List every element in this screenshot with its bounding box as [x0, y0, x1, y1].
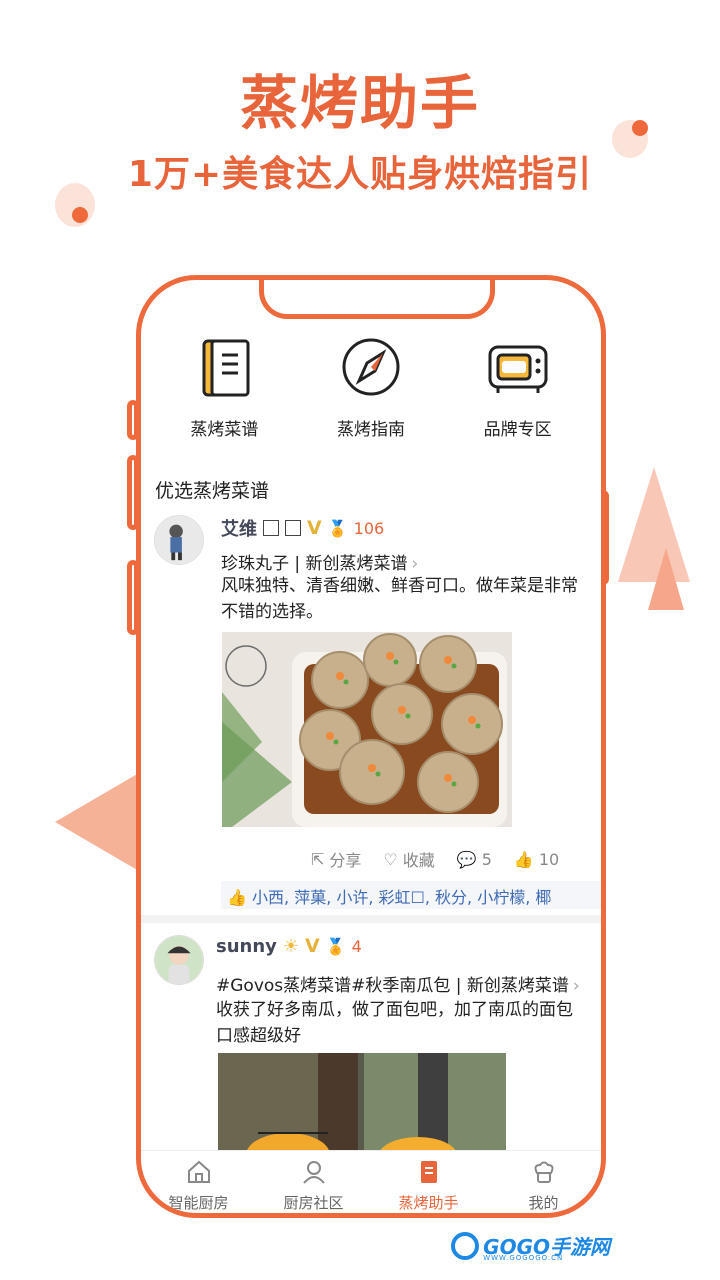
medal-count: 4	[351, 936, 362, 956]
comment-button[interactable]: 💬 5	[457, 847, 492, 871]
share-button[interactable]: ⇱ 分享	[311, 847, 361, 871]
like-button[interactable]: 👍 10	[514, 847, 559, 871]
medal-count: 106	[353, 518, 385, 538]
shortcut-label: 蒸烤指南	[336, 420, 405, 440]
meatball-photo	[222, 632, 512, 827]
pumpkin-photo	[218, 1053, 506, 1163]
tab-label: 厨房社区	[283, 1194, 344, 1212]
shortcut-label: 品牌专区	[483, 420, 552, 440]
post-topic[interactable]: #Govos蒸烤菜谱#秋季南瓜包 | 新创蒸烤菜谱 ›	[216, 971, 580, 996]
post-image[interactable]	[218, 1053, 506, 1163]
avatar[interactable]	[154, 515, 204, 565]
shortcut-guide[interactable]: 蒸烤指南	[311, 335, 431, 440]
user-line: sunny ☀ V 🏅 4	[216, 935, 362, 957]
tab-label: 智能厨房	[168, 1194, 229, 1212]
thumbs-up-icon: 👍	[227, 888, 247, 907]
avatar[interactable]	[154, 935, 204, 985]
verified-badge: V	[305, 935, 320, 957]
decor-triangle	[648, 548, 684, 610]
shortcut-bar: 蒸烤菜谱 蒸烤指南 品牌专区	[141, 335, 601, 440]
post-topic-text: #Govos蒸烤菜谱#秋季南瓜包 | 新创蒸烤菜谱	[216, 976, 569, 996]
post-topic[interactable]: 珍珠丸子 | 新创蒸烤菜谱 ›	[221, 549, 418, 574]
phone-notch	[259, 280, 495, 319]
liked-by-list[interactable]: 👍 小西, 萍菓, 小许, 彩虹☐, 秋分, 小柠檬, 椰	[221, 881, 601, 909]
tab-assistant[interactable]: 蒸烤助手	[371, 1151, 486, 1212]
bottom-tab-bar: 智能厨房 厨房社区 蒸烤助手 我的	[141, 1150, 601, 1212]
username[interactable]: sunny	[216, 936, 277, 957]
tab-mine[interactable]: 我的	[486, 1151, 601, 1212]
share-label: 分享	[329, 851, 362, 870]
post-description: 风味独特、清香细嫩、鲜香可口。做年菜是非常不错的选择。	[221, 576, 578, 622]
liked-by-names: 小西, 萍菓, 小许, 彩虹☐, 秋分, 小柠檬, 椰	[252, 888, 552, 907]
comment-count: 5	[481, 849, 492, 869]
sun-icon: ☀	[282, 935, 300, 957]
collect-label: 收藏	[402, 851, 435, 870]
post-topic-text: 珍珠丸子 | 新创蒸烤菜谱	[221, 554, 408, 574]
medal-icon: 🏅	[327, 518, 348, 538]
username[interactable]: 艾维	[221, 515, 257, 541]
heart-icon: ♡	[383, 849, 398, 869]
chevron-right-icon: ›	[572, 976, 580, 996]
watermark-url: WWW.GOGOGO.CN	[483, 1254, 564, 1262]
recipe-book-icon	[202, 339, 250, 397]
hero-title: 蒸烤助手	[239, 69, 480, 137]
section-title: 优选蒸烤菜谱	[155, 480, 270, 502]
compass-icon	[342, 338, 400, 396]
hero-subtitle: 1万+美食达人贴身烘焙指引	[127, 154, 593, 195]
shortcut-brand[interactable]: 品牌专区	[458, 335, 578, 440]
watermark: GOGO手游网 WWW.GOGOGO.CN	[451, 1231, 610, 1262]
watermark-logo-icon	[451, 1231, 480, 1260]
emoji-placeholder	[285, 520, 301, 536]
medal-icon: 🏅	[325, 936, 346, 956]
verified-badge: V	[307, 517, 322, 539]
post-actions: ⇱ 分享 ♡ 收藏 💬 5 👍 10	[311, 847, 559, 871]
user-line: 艾维 V 🏅 106	[221, 515, 384, 541]
home-icon	[187, 1160, 210, 1183]
post-image[interactable]	[222, 632, 512, 827]
tab-community[interactable]: 厨房社区	[256, 1151, 371, 1212]
tab-label: 蒸烤助手	[398, 1194, 459, 1212]
emoji-placeholder	[263, 520, 279, 536]
thumbs-up-icon: 👍	[513, 849, 534, 869]
post-description: 收获了好多南瓜，做了面包吧，加了南瓜的面包口感超级好	[216, 1000, 573, 1046]
share-icon: ⇱	[311, 849, 325, 869]
feed-post: sunny ☀ V 🏅 4 #Govos蒸烤菜谱#秋季南瓜包 | 新创蒸烤菜谱 ›…	[141, 915, 601, 1163]
community-icon	[302, 1161, 325, 1184]
app-screen: 蒸烤菜谱 蒸烤指南 品牌专区 优选蒸烤菜谱 艾维 V 🏅 106 珍珠丸子 | …	[141, 280, 601, 1213]
tab-label: 我的	[528, 1194, 559, 1212]
tab-smart-kitchen[interactable]: 智能厨房	[141, 1151, 256, 1212]
shortcut-recipes[interactable]: 蒸烤菜谱	[164, 335, 284, 440]
collect-button[interactable]: ♡ 收藏	[383, 847, 434, 871]
oven-icon	[488, 345, 548, 393]
phone-frame: 蒸烤菜谱 蒸烤指南 品牌专区 优选蒸烤菜谱 艾维 V 🏅 106 珍珠丸子 | …	[136, 275, 606, 1218]
shortcut-label: 蒸烤菜谱	[190, 420, 259, 440]
chevron-right-icon: ›	[411, 554, 419, 574]
decor-dot	[72, 207, 88, 223]
assistant-icon	[420, 1161, 437, 1183]
like-count: 10	[538, 849, 560, 869]
comment-icon: 💬	[456, 849, 477, 869]
chef-hat-icon	[534, 1161, 553, 1183]
